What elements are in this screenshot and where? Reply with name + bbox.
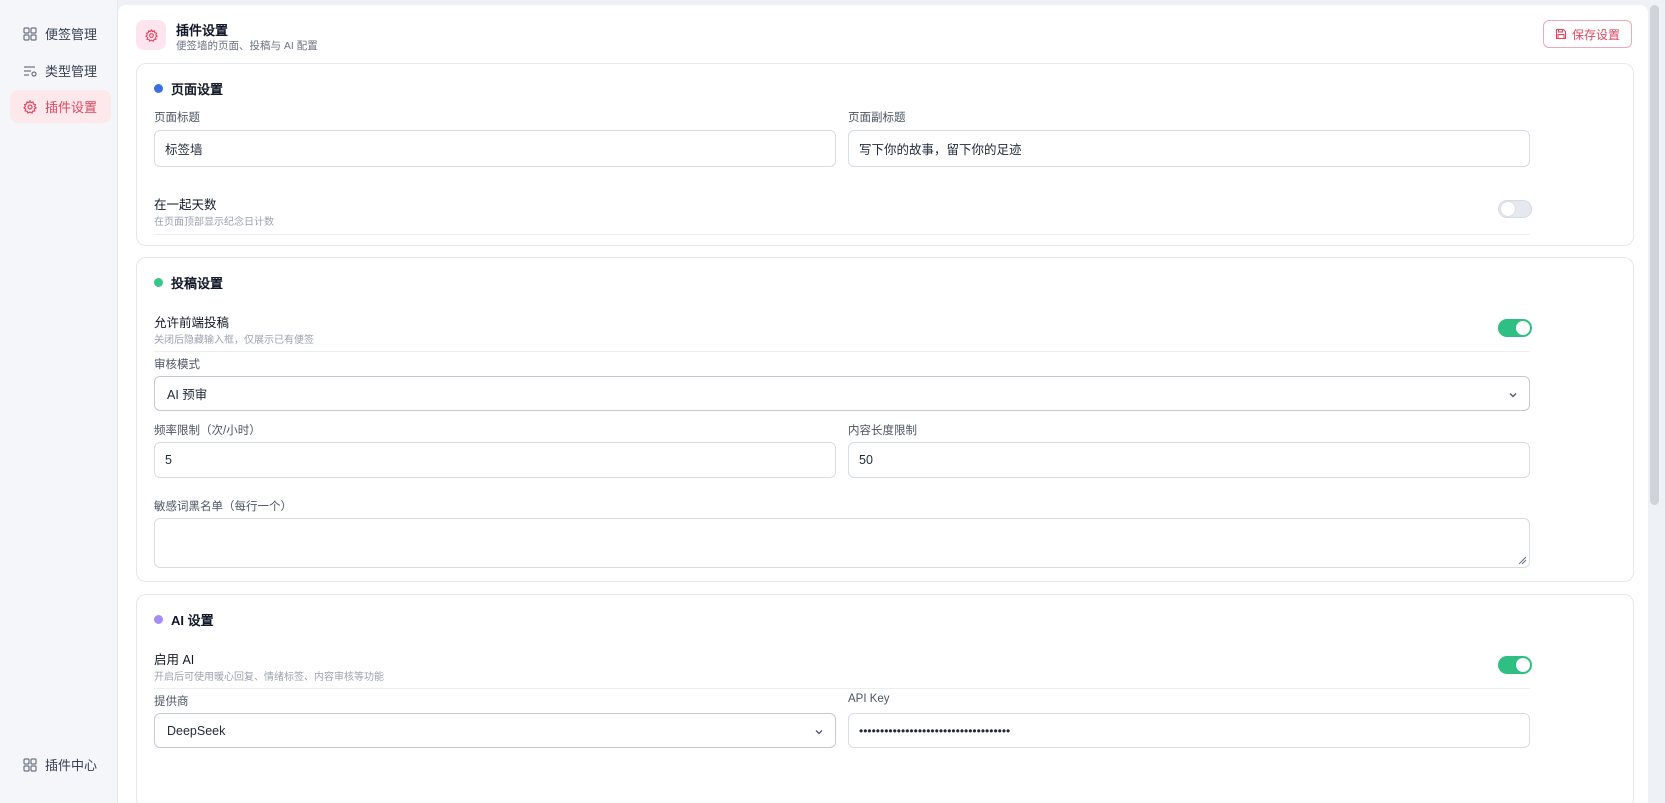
sidebar-item-label: 类型管理 — [45, 64, 98, 79]
sidebar-item-label: 便签管理 — [45, 27, 98, 42]
sidebar-item-notes[interactable]: 便签管理 — [10, 17, 111, 50]
gear-icon — [136, 20, 166, 50]
section-title-text: AI 设置 — [171, 613, 214, 628]
page-subtitle: 便签墙的页面、投稿与 AI 配置 — [176, 40, 318, 52]
save-icon — [1555, 28, 1567, 40]
page-title: 插件设置 — [176, 23, 229, 38]
allow-submission-title: 允许前端投稿 — [154, 316, 230, 330]
allow-submission-desc: 关闭后隐藏输入框，仅展示已有便签 — [154, 335, 314, 346]
length-limit-input[interactable]: 50 — [848, 442, 1530, 478]
rate-limit-input[interactable]: 5 — [154, 442, 836, 478]
review-mode-label: 审核模式 — [154, 359, 200, 371]
submission-settings-card: 投稿设置 允许前端投稿 关闭后隐藏输入框，仅展示已有便签 审核模式 AI 预审 … — [136, 257, 1634, 582]
gear-icon — [23, 99, 37, 114]
section-dot — [154, 615, 163, 624]
scrollbar[interactable] — [1650, 5, 1659, 505]
page-settings-card: 页面设置 页面标题 标签墙 页面副标题 写下你的故事，留下你的足迹 在一起天数 … — [136, 63, 1634, 246]
sidebar-item-label: 插件设置 — [45, 100, 98, 115]
rate-limit-label: 频率限制（次/小时） — [154, 425, 261, 437]
chevron-down-icon — [1509, 393, 1517, 398]
divider — [154, 351, 1530, 352]
days-toggle[interactable] — [1498, 200, 1532, 218]
length-limit-label: 内容长度限制 — [848, 425, 917, 437]
resize-handle-icon[interactable] — [1518, 556, 1527, 565]
section-dot — [154, 84, 163, 93]
page-title-label: 页面标题 — [154, 112, 200, 124]
toggle-knob — [1501, 202, 1515, 216]
section-title: AI 设置 — [154, 610, 214, 629]
sidebar-item-label: 插件中心 — [45, 758, 98, 773]
blacklist-label: 敏感词黑名单（每行一个） — [154, 501, 292, 513]
divider — [154, 688, 1530, 689]
sidebar-item-plugin-settings[interactable]: 插件设置 — [10, 90, 111, 123]
api-key-input[interactable]: •••••••••••••••••••••••••••••••••••• — [848, 713, 1530, 748]
page-subtitle-input[interactable]: 写下你的故事，留下你的足迹 — [848, 130, 1530, 167]
days-toggle-title: 在一起天数 — [154, 198, 217, 212]
grid-icon — [23, 26, 37, 41]
chevron-down-icon — [815, 730, 823, 735]
sidebar-item-types[interactable]: 类型管理 — [10, 54, 111, 87]
section-dot — [154, 278, 163, 287]
api-key-label: API Key — [848, 693, 890, 705]
page-title-value: 标签墙 — [165, 143, 203, 157]
sidebar-item-plugin-center[interactable]: 插件中心 — [10, 748, 111, 781]
days-toggle-desc: 在页面顶部显示纪念日计数 — [154, 217, 274, 228]
enable-ai-toggle[interactable] — [1498, 656, 1532, 674]
api-key-value: •••••••••••••••••••••••••••••••••••• — [859, 723, 1011, 738]
grid-icon — [23, 757, 37, 772]
allow-submission-toggle[interactable] — [1498, 319, 1532, 337]
section-title-text: 投稿设置 — [171, 276, 224, 291]
main-panel: 插件设置 便签墙的页面、投稿与 AI 配置 保存设置 页面设置 页面标题 标签墙… — [118, 5, 1648, 803]
provider-label: 提供商 — [154, 696, 189, 708]
enable-ai-desc: 开启后可使用暖心回复、情绪标签、内容审核等功能 — [154, 672, 384, 683]
section-title: 投稿设置 — [154, 273, 223, 292]
enable-ai-title: 启用 AI — [154, 653, 195, 667]
review-mode-value: AI 预审 — [167, 388, 208, 402]
section-title-text: 页面设置 — [171, 82, 224, 97]
page-subtitle-value: 写下你的故事，留下你的足迹 — [859, 143, 1022, 157]
review-mode-select[interactable]: AI 预审 — [154, 376, 1530, 411]
sidebar: 便签管理 类型管理 插件设置 插件中心 — [0, 0, 118, 803]
page-title-input[interactable]: 标签墙 — [154, 130, 836, 167]
section-title: 页面设置 — [154, 79, 223, 98]
toggle-knob — [1516, 321, 1530, 335]
save-button[interactable]: 保存设置 — [1543, 20, 1632, 48]
blacklist-textarea[interactable] — [154, 518, 1530, 568]
ai-settings-card: AI 设置 启用 AI 开启后可使用暖心回复、情绪标签、内容审核等功能 提供商 … — [136, 594, 1634, 803]
list-tag-icon — [23, 64, 37, 78]
rate-limit-value: 5 — [165, 453, 172, 467]
provider-value: DeepSeek — [167, 723, 226, 738]
divider — [154, 234, 1530, 235]
length-limit-value: 50 — [859, 453, 873, 467]
provider-select[interactable]: DeepSeek — [154, 713, 836, 748]
save-button-label: 保存设置 — [1571, 27, 1620, 42]
toggle-knob — [1516, 658, 1530, 672]
page-subtitle-label: 页面副标题 — [848, 112, 906, 124]
